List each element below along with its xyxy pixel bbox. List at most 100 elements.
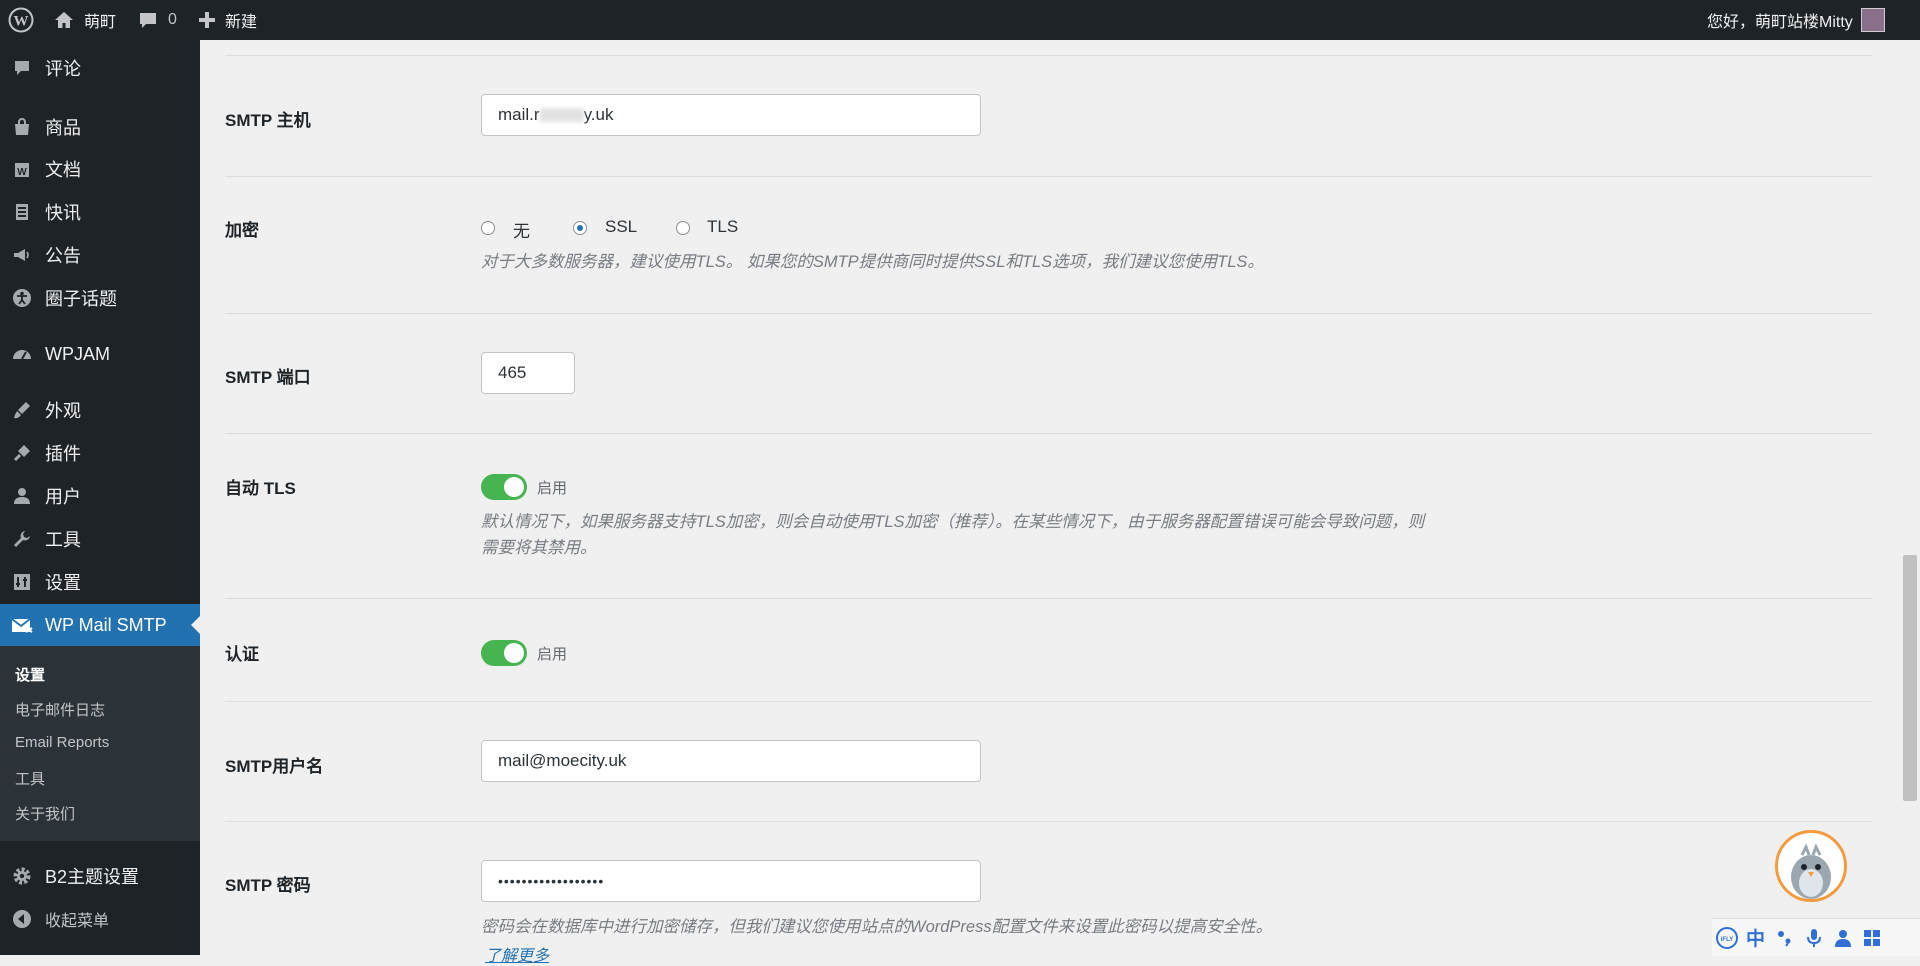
sidebar-item-label: 商品 [45, 118, 81, 138]
sidebar-item-label: 公告 [45, 246, 81, 266]
greeting: 您好，萌町站楼Mitty [1707, 14, 1853, 31]
sidebar-collapse-menu[interactable]: 收起菜单 [0, 898, 200, 940]
smtp-port-input[interactable]: 465 [481, 352, 575, 394]
smtp-password-label: SMTP 密码 [225, 876, 311, 895]
sidebar-item-label: 文档 [45, 160, 81, 180]
row-separator [225, 821, 1872, 822]
row-separator [225, 598, 1872, 599]
sidebar-item-label: 工具 [45, 530, 81, 550]
encryption-option-ssl-label: SSL [605, 217, 638, 236]
smtp-host-input[interactable]: mail.r y.uk [481, 94, 981, 136]
sidebar-item-b2-theme-settings[interactable]: B2主题设置 [0, 855, 200, 897]
admin-bar: W 萌町 0 新建 您好，萌町站楼Mitty [0, 0, 1920, 40]
bird-icon [1791, 843, 1831, 899]
sidebar-item-label: 快讯 [45, 203, 81, 223]
row-separator [225, 701, 1872, 702]
submenu-item-tools[interactable]: 工具 [15, 768, 45, 789]
wp-mail-smtp-submenu: 设置 电子邮件日志 Email Reports 工具 关于我们 [0, 646, 200, 841]
plus-icon [198, 11, 216, 29]
sidebar-item-announcements[interactable]: 公告 [0, 234, 200, 276]
sidebar-item-users[interactable]: 用户 [0, 475, 200, 517]
sidebar-item-label: 收起菜单 [45, 913, 110, 930]
auto-tls-description-line2: 需要将其禁用。 [481, 539, 597, 557]
row-separator [225, 55, 1872, 56]
current-menu-arrow [191, 616, 200, 634]
submenu-item-email-log[interactable]: 电子邮件日志 [15, 699, 105, 720]
sidebar-item-label: 圈子话题 [45, 289, 117, 309]
admin-sidebar: 评论 商品 W 文档 快讯 公告 圈子话题 WPJAM 外观 插件 用户 工具 [0, 40, 200, 955]
collapse-icon [10, 907, 34, 931]
new-content-link[interactable]: 新建 [198, 0, 257, 40]
sidebar-item-circle-topics[interactable]: 圈子话题 [0, 277, 200, 319]
encryption-label: 加密 [225, 221, 259, 240]
submenu-item-settings[interactable]: 设置 [15, 664, 45, 685]
sidebar-item-settings[interactable]: 设置 [0, 561, 200, 603]
sidebar-item-label: 设置 [45, 573, 81, 593]
comments-link[interactable]: 0 [138, 0, 177, 40]
encryption-description: 对于大多数服务器，建议使用TLS。 如果您的SMTP提供商同时提供SSL和TLS… [481, 253, 1264, 271]
page-scrollbar[interactable] [1900, 40, 1920, 955]
sidebar-item-docs[interactable]: W 文档 [0, 148, 200, 190]
microphone-icon[interactable] [1799, 928, 1828, 948]
news-icon [10, 200, 34, 224]
row-separator [225, 313, 1872, 314]
auth-toggle[interactable] [481, 640, 527, 666]
site-name-link[interactable]: 萌町 [54, 0, 116, 40]
sidebar-item-wp-mail-smtp[interactable]: WP Mail SMTP [0, 604, 200, 646]
universal-access-icon [10, 286, 34, 310]
site-name: 萌町 [84, 14, 117, 31]
submenu-item-about[interactable]: 关于我们 [15, 803, 75, 824]
learn-more-link[interactable]: 了解更多 [485, 942, 549, 966]
mail-icon [10, 613, 34, 637]
svg-text:W: W [14, 14, 29, 30]
encryption-radio-ssl[interactable] [573, 221, 587, 235]
svg-text:iFLY: iFLY [1720, 937, 1732, 943]
svg-text:W: W [17, 167, 27, 178]
mascot-bird-widget[interactable] [1775, 830, 1847, 902]
comment-count: 0 [168, 11, 177, 28]
user-icon [10, 484, 34, 508]
sidebar-item-plugins[interactable]: 插件 [0, 432, 200, 474]
sidebar-item-label: 用户 [45, 487, 81, 507]
sidebar-item-appearance[interactable]: 外观 [0, 389, 200, 431]
grid-apps-icon[interactable] [1857, 929, 1886, 947]
smtp-username-input[interactable]: mail@moecity.uk [481, 740, 981, 782]
encryption-radio-none[interactable] [481, 221, 495, 235]
sidebar-item-wpjam[interactable]: WPJAM [0, 333, 200, 375]
ime-toolbar: iFLY 中 [1712, 918, 1920, 956]
smtp-password-input[interactable]: •••••••••••••••••• [481, 860, 981, 902]
sidebar-item-comments[interactable]: 评论 [0, 47, 200, 89]
smtp-host-value-prefix: mail.r [498, 105, 540, 124]
punctuation-icon[interactable] [1770, 929, 1799, 947]
auto-tls-toggle[interactable] [481, 474, 527, 500]
auth-label: 认证 [225, 645, 259, 664]
smtp-password-description: 密码会在数据库中进行加密储存，但我们建议您使用站点的WordPress配置文件来… [481, 918, 1273, 936]
scrollbar-thumb[interactable] [1903, 555, 1917, 801]
smtp-host-value-suffix: y.uk [583, 105, 614, 124]
encryption-radio-tls[interactable] [676, 221, 690, 235]
document-icon: W [10, 157, 34, 181]
ime-language-toggle[interactable]: 中 [1741, 924, 1770, 951]
sidebar-item-tools[interactable]: 工具 [0, 518, 200, 560]
shopping-bag-icon [10, 115, 34, 139]
user-account-link[interactable]: 您好，萌町站楼Mitty [1707, 0, 1885, 40]
megaphone-icon [10, 243, 34, 267]
redacted-blur [539, 108, 584, 122]
sidebar-item-label: 外观 [45, 401, 81, 421]
row-separator [225, 176, 1872, 177]
auto-tls-description-line1: 默认情况下，如果服务器支持TLS加密，则会自动使用TLS加密（推荐）。在某些情况… [481, 513, 1425, 531]
sidebar-item-products[interactable]: 商品 [0, 106, 200, 148]
plug-icon [10, 441, 34, 465]
submenu-item-email-reports[interactable]: Email Reports [15, 734, 109, 751]
sidebar-item-label: B2主题设置 [45, 867, 140, 887]
avatar [1860, 8, 1885, 32]
ime-logo-icon[interactable]: iFLY [1712, 926, 1741, 950]
auto-tls-toggle-label: 启用 [537, 480, 568, 497]
user-profile-icon[interactable] [1828, 929, 1857, 947]
sidebar-item-news[interactable]: 快讯 [0, 191, 200, 233]
wrench-icon [10, 527, 34, 551]
gear-icon [10, 864, 34, 888]
wordpress-logo-icon[interactable]: W [8, 0, 34, 40]
new-label: 新建 [225, 14, 258, 31]
auth-toggle-label: 启用 [537, 646, 568, 663]
